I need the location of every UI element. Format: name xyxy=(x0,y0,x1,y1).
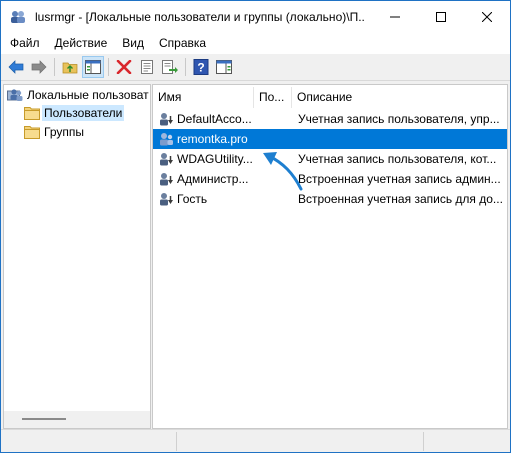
users-list-view[interactable]: Имя По... Описание DefaultAcco... Учетна… xyxy=(152,84,508,429)
minimize-button[interactable] xyxy=(372,1,418,32)
column-name-header[interactable]: Имя xyxy=(153,87,254,108)
title-bar: lusrmgr - [Локальные пользователи и груп… xyxy=(1,1,510,32)
delete-icon xyxy=(116,60,132,74)
back-arrow-icon xyxy=(8,60,24,74)
export-list-icon xyxy=(162,60,178,74)
user-description: Встроенная учетная запись для до... xyxy=(298,192,503,206)
tree-node-groups[interactable]: Группы xyxy=(24,123,84,141)
table-row-selected[interactable]: remontka.pro xyxy=(153,129,507,149)
menu-action[interactable]: Действие xyxy=(48,36,115,50)
user-account-icon xyxy=(160,193,173,206)
help-icon: ? xyxy=(193,59,209,75)
tree-root-label: Локальные пользоват xyxy=(27,88,149,102)
console-tree[interactable]: Локальные пользоват Пользователи Группы xyxy=(3,84,151,429)
tree-horizontal-scrollbar[interactable] xyxy=(4,411,150,428)
maximize-button[interactable] xyxy=(418,1,464,32)
status-bar xyxy=(1,429,510,452)
table-row[interactable]: Гость Встроенная учетная запись для до..… xyxy=(153,189,507,209)
user-name: Гость xyxy=(177,192,208,206)
show-action-pane-icon xyxy=(216,60,232,74)
user-account-icon xyxy=(160,173,173,186)
tree-users-label: Пользователи xyxy=(42,105,125,121)
menu-bar: Файл Действие Вид Справка xyxy=(1,32,510,54)
column-description-header[interactable]: Описание xyxy=(292,87,507,108)
status-divider xyxy=(176,432,178,451)
toolbar-separator xyxy=(108,58,109,76)
scrollbar-thumb[interactable] xyxy=(22,418,66,420)
maximize-icon xyxy=(436,11,446,22)
user-description: Встроенная учетная запись админ... xyxy=(298,172,501,186)
user-description: Учетная запись пользователя, кот... xyxy=(298,152,497,166)
app-users-icon xyxy=(9,9,27,25)
delete-button[interactable] xyxy=(113,56,135,78)
folder-icon xyxy=(24,126,40,139)
user-description: Учетная запись пользователя, упр... xyxy=(298,112,500,126)
properties-button[interactable] xyxy=(136,56,158,78)
toolbar: ? xyxy=(1,54,510,81)
close-icon xyxy=(482,11,492,22)
user-name: WDAGUtility... xyxy=(177,152,253,166)
show-hide-tree-button[interactable] xyxy=(82,56,104,78)
help-button[interactable]: ? xyxy=(190,56,212,78)
user-account-icon xyxy=(160,113,173,126)
user-fullname xyxy=(259,149,289,169)
toolbar-separator xyxy=(54,58,55,76)
menu-file[interactable]: Файл xyxy=(3,36,47,50)
user-description xyxy=(298,129,505,149)
properties-icon xyxy=(141,60,153,74)
minimize-icon xyxy=(390,16,400,17)
menu-view[interactable]: Вид xyxy=(115,36,151,50)
tree-node-root[interactable]: Локальные пользоват xyxy=(7,86,149,104)
user-fullname xyxy=(259,109,289,129)
table-row[interactable]: Администр... Встроенная учетная запись а… xyxy=(153,169,507,189)
column-fullname-header[interactable]: По... xyxy=(254,87,292,108)
up-folder-icon xyxy=(62,62,78,74)
user-name: DefaultAcco... xyxy=(177,112,252,126)
user-account-icon xyxy=(160,133,173,146)
table-row[interactable]: WDAGUtility... Учетная запись пользовате… xyxy=(153,149,507,169)
user-fullname xyxy=(259,189,289,209)
table-row[interactable]: DefaultAcco... Учетная запись пользовате… xyxy=(153,109,507,129)
tree-groups-label: Группы xyxy=(44,125,84,139)
tree-node-users[interactable]: Пользователи xyxy=(24,104,125,122)
user-name: Администр... xyxy=(177,172,249,186)
lusrmgr-window: lusrmgr - [Локальные пользователи и груп… xyxy=(0,0,511,453)
local-users-groups-icon xyxy=(7,89,23,101)
show-hide-tree-icon xyxy=(85,60,101,74)
close-button[interactable] xyxy=(464,1,510,32)
export-list-button[interactable] xyxy=(159,56,181,78)
up-level-button[interactable] xyxy=(59,56,81,78)
back-button[interactable] xyxy=(5,56,27,78)
toolbar-separator xyxy=(185,58,186,76)
svg-text:?: ? xyxy=(197,61,204,75)
forward-arrow-icon xyxy=(31,60,47,74)
list-header: Имя По... Описание xyxy=(153,87,507,109)
user-account-icon xyxy=(160,153,173,166)
user-name: remontka.pro xyxy=(177,132,248,146)
user-fullname xyxy=(259,169,289,189)
status-divider xyxy=(423,432,425,451)
user-fullname xyxy=(259,129,289,149)
forward-button[interactable] xyxy=(28,56,50,78)
folder-icon xyxy=(24,107,40,120)
show-action-pane-button[interactable] xyxy=(213,56,235,78)
window-title: lusrmgr - [Локальные пользователи и груп… xyxy=(35,9,365,24)
menu-help[interactable]: Справка xyxy=(152,36,213,50)
